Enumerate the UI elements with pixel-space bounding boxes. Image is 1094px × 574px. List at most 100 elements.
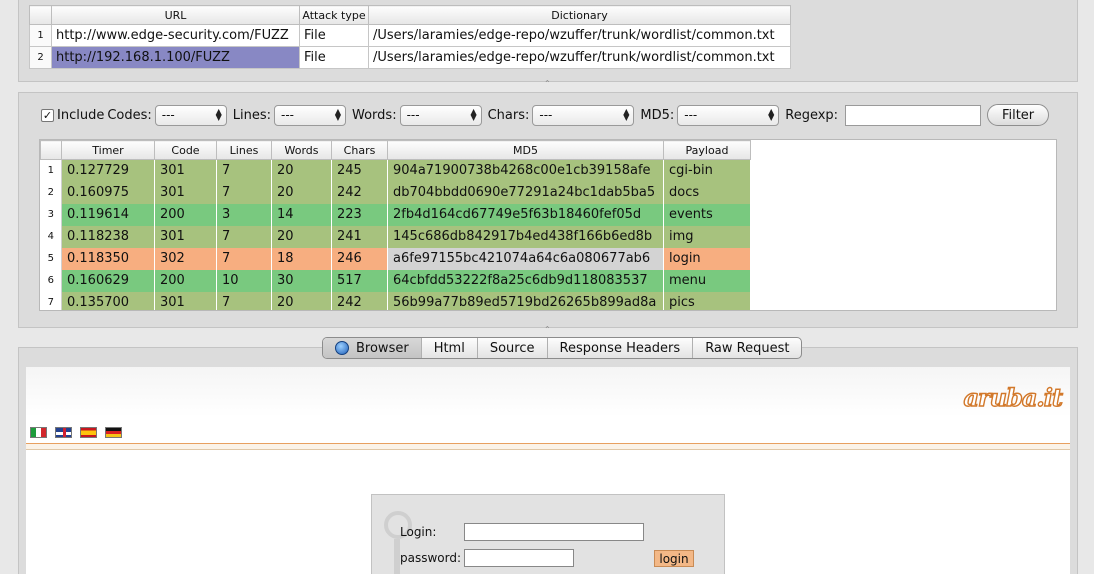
cell-timer[interactable]: 0.160629 [61,269,155,292]
cell-payload[interactable]: menu [663,269,751,292]
password-input[interactable] [464,549,574,567]
cell-lines[interactable]: 7 [216,291,272,310]
cell-timer[interactable]: 0.118350 [61,247,155,270]
target-row[interactable]: 1 http://www.edge-security.com/FUZZ File… [29,24,791,47]
cell-timer[interactable]: 0.119614 [61,203,155,226]
cell-code[interactable]: 301 [154,159,217,182]
result-row[interactable]: 1 0.127729 301 7 20 245 904a71900738b4268c00e1… [40,159,751,182]
target-row[interactable]: 2 http://192.168.1.100/FUZZ File /Users/… [29,46,791,69]
tab-html[interactable]: Html [420,338,477,358]
row-number: 2 [29,46,52,69]
cell-code[interactable]: 301 [154,291,217,310]
cell-lines[interactable]: 7 [216,159,272,182]
cell-payload[interactable]: pics [663,291,751,310]
cell-chars[interactable]: 245 [331,159,388,182]
cell-md5[interactable]: 64cbfdd53222f8a25c6db9d118083537 [387,269,664,292]
lines-combobox[interactable]: --- ▲ ▼ [274,104,347,126]
cell-md5[interactable]: 145c686db842917b4ed438f166b6ed8b [387,225,664,248]
words-combobox[interactable]: --- ▲ ▼ [399,104,482,126]
cell-code[interactable]: 200 [154,203,217,226]
column-header-url[interactable]: URL [51,5,300,25]
flag-italy-icon[interactable] [30,427,47,438]
cell-words[interactable]: 20 [271,225,332,248]
tab-browser[interactable]: Browser [323,338,421,358]
cell-lines[interactable]: 7 [216,247,272,270]
target-dictionary[interactable]: /Users/laramies/edge-repo/wzuffer/trunk/… [368,24,791,47]
column-header-payload[interactable]: Payload [663,140,751,160]
cell-payload[interactable]: cgi-bin [663,159,751,182]
target-dictionary[interactable]: /Users/laramies/edge-repo/wzuffer/trunk/… [368,46,791,69]
column-header-lines[interactable]: Lines [216,140,272,160]
tab-response-headers[interactable]: Response Headers [546,338,693,358]
regexp-input[interactable] [845,104,982,126]
cell-timer[interactable]: 0.118238 [61,225,155,248]
column-header-attack-type[interactable]: Attack type [299,5,369,25]
cell-payload[interactable]: events [663,203,751,226]
cell-words[interactable]: 30 [271,269,332,292]
target-url[interactable]: http://www.edge-security.com/FUZZ [51,24,300,47]
cell-md5[interactable]: 56b99a77b89ed5719bd26265b899ad8a [387,291,664,310]
cell-md5[interactable]: 2fb4d164cd67749e5f63b18460fef05d [387,203,664,226]
cell-lines[interactable]: 10 [216,269,272,292]
cell-words[interactable]: 14 [271,203,332,226]
cell-chars[interactable]: 241 [331,225,388,248]
result-row[interactable]: 6 0.160629 200 10 30 517 64cbfdd53222f8a25c6db… [40,269,751,292]
column-header-code[interactable]: Code [154,140,217,160]
filter-button[interactable]: Filter [987,104,1050,126]
column-header-dictionary[interactable]: Dictionary [368,5,791,25]
cell-payload[interactable]: docs [663,181,751,204]
column-header-timer[interactable]: Timer [61,140,155,160]
cell-words[interactable]: 18 [271,247,332,270]
splitter-handle-middle[interactable]: ⌃ [544,326,551,334]
result-row[interactable]: 2 0.160975 301 7 20 242 db704bbdd0690e77291a24… [40,181,751,204]
tab-source[interactable]: Source [476,338,547,358]
login-input[interactable] [464,523,644,541]
flag-spain-icon[interactable] [80,427,97,438]
result-row[interactable]: 5 0.118350 302 7 18 246 a6fe97155bc421074a64c6… [40,247,751,270]
header-divider [26,443,1070,450]
cell-payload[interactable]: img [663,225,751,248]
cell-chars[interactable]: 246 [331,247,388,270]
cell-timer[interactable]: 0.160975 [61,181,155,204]
cell-md5[interactable]: db704bbdd0690e77291a24bc1dab5ba5 [387,181,664,204]
result-row[interactable]: 3 0.119614 200 3 14 223 2fb4d164cd67749e5f63b1… [40,203,751,226]
target-attack-type[interactable]: File [299,46,369,69]
cell-chars[interactable]: 242 [331,291,388,310]
cell-code[interactable]: 302 [154,247,217,270]
column-header-chars[interactable]: Chars [331,140,388,160]
cell-timer[interactable]: 0.127729 [61,159,155,182]
cell-timer[interactable]: 0.135700 [61,291,155,310]
cell-code[interactable]: 200 [154,269,217,292]
cell-words[interactable]: 20 [271,181,332,204]
cell-chars[interactable]: 517 [331,269,388,292]
flag-uk-icon[interactable] [55,427,72,438]
cell-chars[interactable]: 223 [331,203,388,226]
cell-lines[interactable]: 7 [216,225,272,248]
tab-raw-request[interactable]: Raw Request [692,338,801,358]
codes-combobox[interactable]: --- ▲ ▼ [154,104,227,126]
cell-words[interactable]: 20 [271,291,332,310]
md5-combobox[interactable]: --- ▲ ▼ [677,104,780,126]
cell-md5[interactable]: a6fe97155bc421074a64c6a080677ab6 [387,247,664,270]
login-button[interactable]: login [654,550,694,567]
target-url[interactable]: http://192.168.1.100/FUZZ [51,46,300,69]
cell-words[interactable]: 20 [271,159,332,182]
result-row[interactable]: 7 0.135700 301 7 20 242 56b99a77b89ed5719bd262… [40,291,751,310]
include-checkbox[interactable]: ✓ [41,108,54,122]
column-header-md5[interactable]: MD5 [387,140,664,160]
cell-code[interactable]: 301 [154,181,217,204]
cell-chars[interactable]: 242 [331,181,388,204]
cell-payload[interactable]: login [663,247,751,270]
target-attack-type[interactable]: File [299,24,369,47]
result-row[interactable]: 4 0.118238 301 7 20 241 145c686db842917b4ed438… [40,225,751,248]
chars-combobox[interactable]: --- ▲ ▼ [532,104,635,126]
cell-md5[interactable]: 904a71900738b4268c00e1cb39158afe [387,159,664,182]
column-header-words[interactable]: Words [271,140,332,160]
aruba-logo[interactable]: aruba.it [963,382,1064,412]
flag-germany-icon[interactable] [105,427,122,438]
cell-lines[interactable]: 3 [216,203,272,226]
login-label: Login: [400,525,437,539]
splitter-handle-top[interactable]: ⌃ [544,80,551,88]
cell-code[interactable]: 301 [154,225,217,248]
cell-lines[interactable]: 7 [216,181,272,204]
